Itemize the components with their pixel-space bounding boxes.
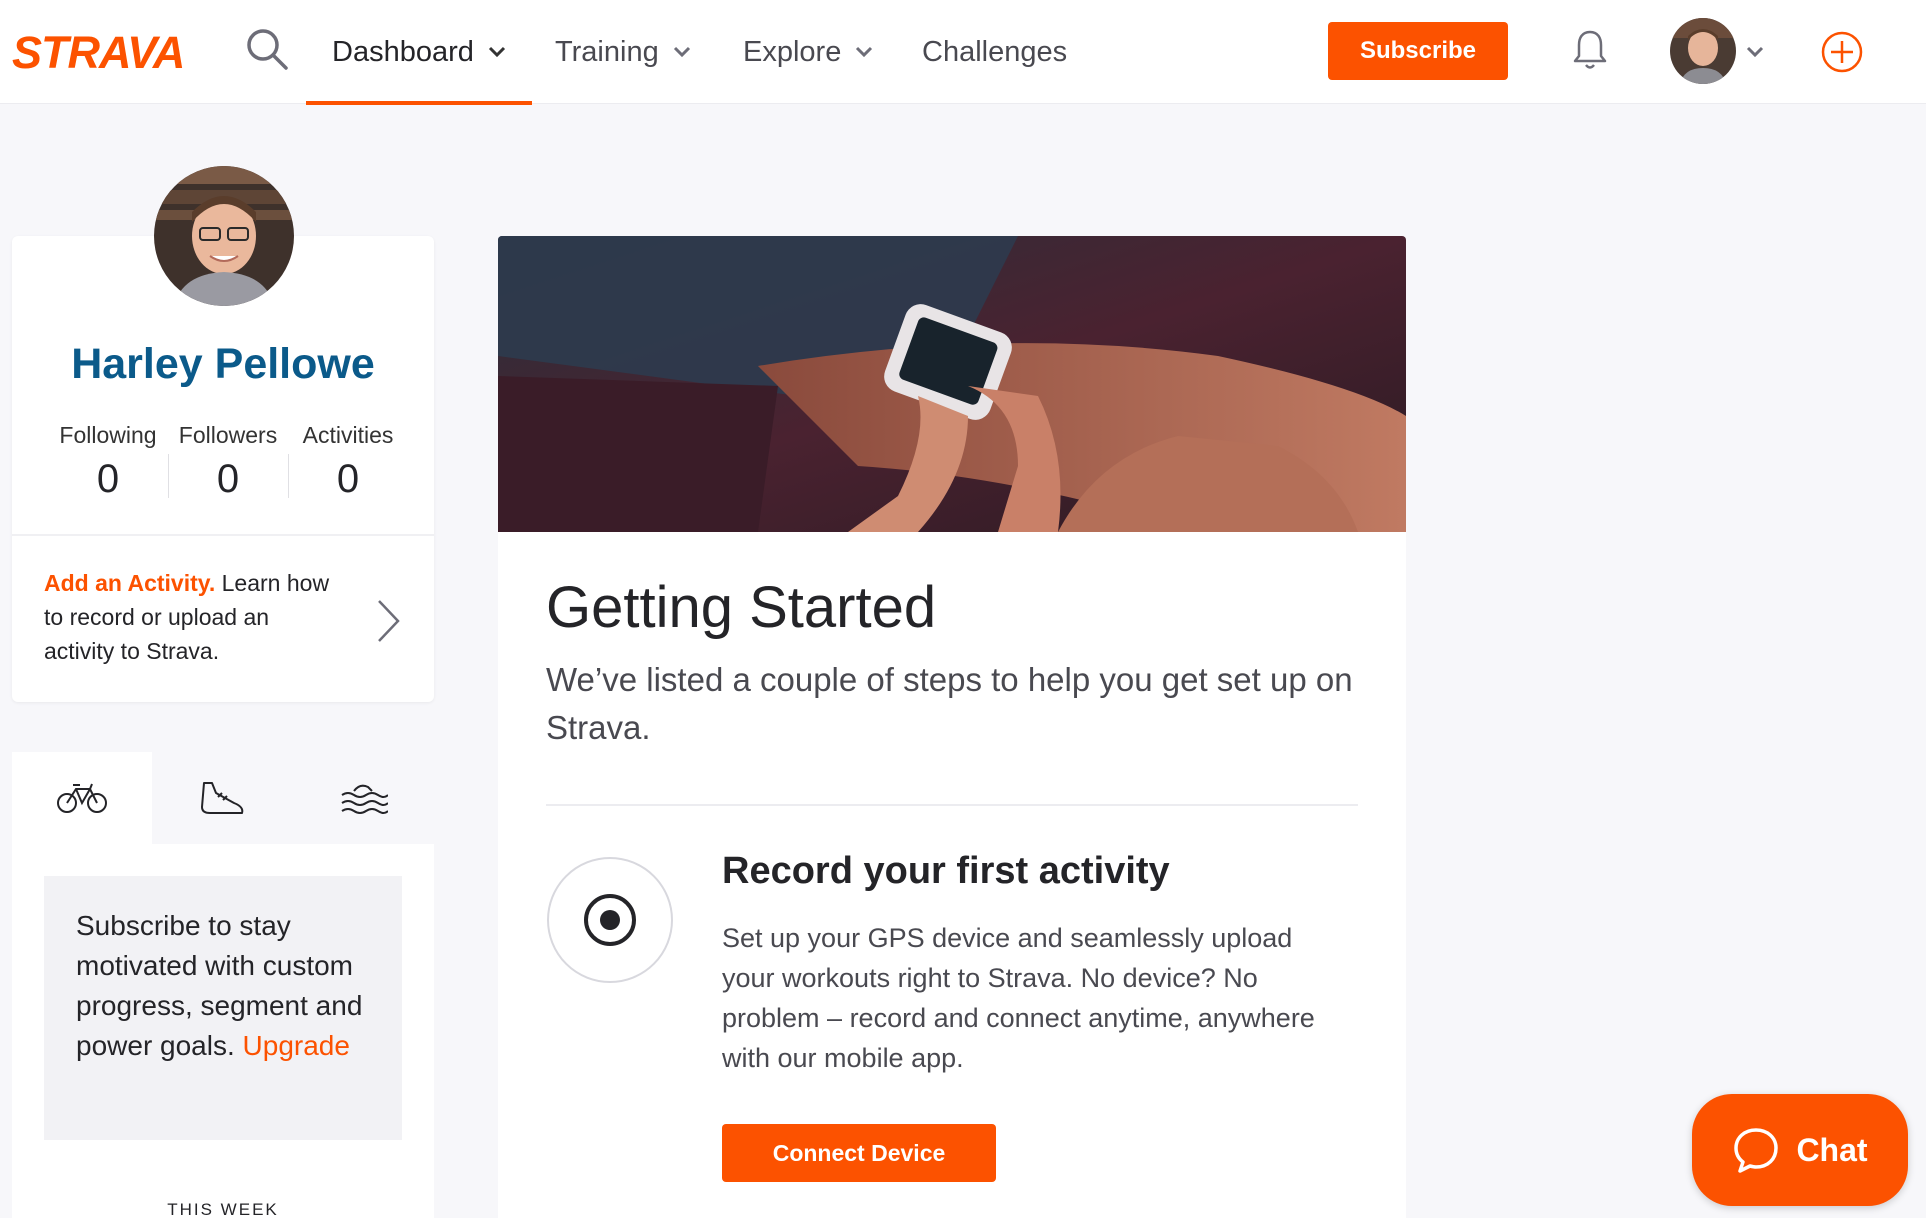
stat-label: Activities bbox=[302, 422, 394, 448]
nav-dashboard[interactable]: Dashboard bbox=[306, 0, 532, 105]
top-navigation: STRAVA Dashboard Training Explore Challe… bbox=[0, 0, 1926, 105]
chat-label: Chat bbox=[1796, 1131, 1868, 1168]
chevron-right-icon[interactable] bbox=[376, 598, 402, 644]
chevron-down-icon[interactable] bbox=[1746, 46, 1764, 58]
divider bbox=[12, 534, 434, 536]
add-activity-link[interactable]: Add an Activity. Learn how to record or … bbox=[44, 566, 334, 668]
strava-logo[interactable]: STRAVA bbox=[12, 28, 202, 74]
this-week-label: THIS WEEK bbox=[167, 1200, 279, 1218]
getting-started-card: Getting Started We’ve listed a couple of… bbox=[498, 236, 1406, 1218]
hero-image bbox=[498, 236, 1406, 532]
nav-dashboard-label: Dashboard bbox=[332, 35, 474, 68]
subscribe-button[interactable]: Subscribe bbox=[1328, 22, 1508, 80]
nav-explore-label: Explore bbox=[743, 35, 842, 68]
add-activity-highlight: Add an Activity. bbox=[44, 570, 216, 596]
stat-value: 0 bbox=[216, 457, 240, 501]
stat-followers[interactable]: Followers 0 bbox=[168, 422, 288, 502]
nav-challenges[interactable]: Challenges bbox=[922, 0, 1067, 104]
chevron-down-icon bbox=[488, 46, 505, 58]
tab-swimming[interactable] bbox=[294, 752, 434, 844]
stat-value: 0 bbox=[336, 457, 360, 501]
nav-training-label: Training bbox=[555, 35, 659, 68]
step-description: Set up your GPS device and seamlessly up… bbox=[722, 923, 1315, 1073]
sport-tabs bbox=[12, 752, 434, 844]
upsell-box: Subscribe to stay motivated with custom … bbox=[44, 876, 402, 1140]
stat-label: Following bbox=[59, 422, 157, 448]
plus-circle-icon[interactable] bbox=[1820, 30, 1864, 74]
chat-button[interactable]: Chat bbox=[1692, 1094, 1908, 1206]
getting-started-description: We’ve listed a couple of steps to help y… bbox=[546, 661, 1353, 746]
stat-activities[interactable]: Activities 0 bbox=[288, 422, 408, 502]
sport-progress-panel: Subscribe to stay motivated with custom … bbox=[12, 752, 434, 1218]
sport-body: Subscribe to stay motivated with custom … bbox=[12, 844, 434, 1218]
bicycle-icon bbox=[57, 783, 107, 813]
athlete-avatar[interactable] bbox=[154, 166, 294, 306]
nav-explore[interactable]: Explore bbox=[743, 0, 873, 104]
upgrade-link[interactable]: Upgrade bbox=[243, 1030, 350, 1061]
athlete-name[interactable]: Harley Pellowe bbox=[12, 340, 434, 389]
shoe-icon bbox=[201, 782, 244, 814]
stat-value: 0 bbox=[96, 457, 120, 501]
waves-icon bbox=[341, 784, 388, 814]
chevron-down-icon bbox=[673, 46, 690, 58]
nav-training[interactable]: Training bbox=[555, 0, 691, 104]
step-title: Record your first activity bbox=[722, 850, 1170, 892]
tab-cycling[interactable] bbox=[12, 752, 152, 844]
chat-bubble-icon bbox=[1734, 1128, 1779, 1173]
bell-icon[interactable] bbox=[1572, 28, 1608, 72]
record-icon bbox=[547, 857, 673, 983]
tab-running[interactable] bbox=[152, 752, 292, 844]
connect-device-button[interactable]: Connect Device bbox=[722, 1124, 996, 1182]
divider bbox=[546, 804, 1358, 806]
avatar[interactable] bbox=[1670, 18, 1736, 84]
stat-following[interactable]: Following 0 bbox=[48, 422, 168, 502]
nav-challenges-label: Challenges bbox=[922, 35, 1068, 68]
search-icon[interactable] bbox=[244, 26, 290, 72]
stat-label: Followers bbox=[178, 422, 278, 448]
chevron-down-icon bbox=[856, 46, 873, 58]
svg-text:STRAVA: STRAVA bbox=[12, 28, 184, 74]
profile-stats: Following 0 Followers 0 Activities 0 bbox=[48, 422, 408, 502]
getting-started-title: Getting Started bbox=[546, 575, 937, 640]
